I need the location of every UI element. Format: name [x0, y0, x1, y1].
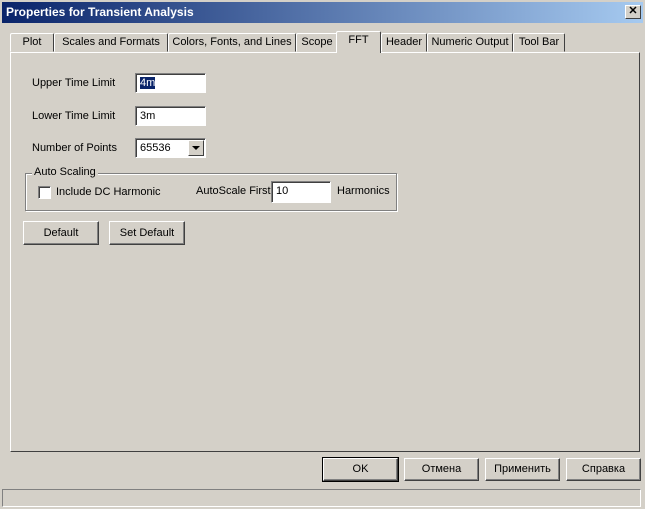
close-icon[interactable]: ✕ — [625, 5, 641, 19]
include-dc-checkbox[interactable] — [38, 186, 51, 199]
upper-time-limit-value: 4m — [140, 77, 156, 89]
help-button[interactable]: Справка — [566, 458, 641, 481]
set-default-button[interactable]: Set Default — [109, 221, 185, 245]
apply-button[interactable]: Применить — [485, 458, 560, 481]
auto-scaling-legend: Auto Scaling — [32, 166, 98, 178]
number-of-points-value: 65536 — [140, 142, 171, 154]
window-title: Properties for Transient Analysis — [6, 5, 194, 19]
autoscale-first-value: 10 — [276, 185, 289, 197]
number-of-points-select[interactable]: 65536 — [135, 138, 206, 158]
tab-header[interactable]: Header — [381, 33, 427, 52]
tab-tool-bar[interactable]: Tool Bar — [513, 33, 565, 52]
autoscale-first-label: AutoScale First — [196, 185, 271, 197]
upper-time-limit-label: Upper Time Limit — [32, 77, 116, 89]
ok-button[interactable]: OK — [322, 457, 399, 482]
tab-plot[interactable]: Plot — [10, 33, 54, 52]
upper-time-limit-input[interactable]: 4m — [135, 73, 206, 93]
default-button[interactable]: Default — [23, 221, 99, 245]
status-bar — [2, 489, 641, 507]
chevron-down-icon[interactable] — [188, 140, 204, 156]
lower-time-limit-value: 3m — [140, 110, 156, 122]
tab-fft[interactable]: FFT — [336, 31, 381, 53]
autoscale-first-input[interactable]: 10 — [271, 181, 331, 203]
include-dc-label: Include DC Harmonic — [56, 186, 161, 198]
harmonics-label: Harmonics — [337, 185, 390, 197]
fft-panel: Upper Time Limit 4m Lower Time Limit 3m … — [10, 52, 640, 452]
number-of-points-label: Number of Points — [32, 142, 117, 154]
tab-numeric-output[interactable]: Numeric Output — [427, 33, 513, 52]
tab-colors-fonts-lines[interactable]: Colors, Fonts, and Lines — [168, 33, 296, 52]
properties-dialog: Properties for Transient Analysis ✕ Plot… — [0, 0, 645, 509]
tab-scales-and-formats[interactable]: Scales and Formats — [54, 33, 168, 52]
title-bar: Properties for Transient Analysis ✕ — [2, 2, 643, 23]
lower-time-limit-input[interactable]: 3m — [135, 106, 206, 126]
tab-scope[interactable]: Scope — [296, 33, 338, 52]
auto-scaling-group: Auto Scaling Include DC Harmonic AutoSca… — [25, 166, 397, 211]
lower-time-limit-label: Lower Time Limit — [32, 110, 116, 122]
cancel-button[interactable]: Отмена — [404, 458, 479, 481]
